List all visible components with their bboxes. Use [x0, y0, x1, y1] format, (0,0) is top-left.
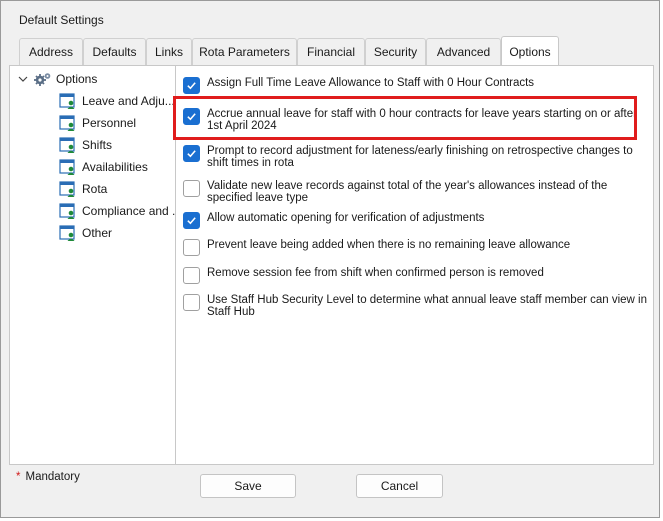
checkmark-icon: [187, 217, 196, 225]
option-prevent-leave[interactable]: Prevent leave being added when there is …: [183, 239, 647, 256]
tab-address[interactable]: Address: [19, 38, 83, 65]
tree-item-label: Rota: [82, 182, 108, 196]
save-button[interactable]: Save: [200, 474, 296, 498]
settings-user-icon: [59, 203, 75, 219]
checkbox[interactable]: [183, 294, 200, 311]
options-tree: Options Leave and Adju... Personnel Shif…: [10, 66, 176, 464]
highlight-box: [173, 96, 637, 140]
checkbox[interactable]: [183, 212, 200, 229]
mandatory-marker: *: [16, 471, 21, 483]
option-label: Use Staff Hub Security Level to determin…: [207, 294, 647, 318]
settings-user-icon: [59, 137, 75, 153]
option-label: Validate new leave records against total…: [207, 180, 608, 204]
cancel-button[interactable]: Cancel: [356, 474, 443, 498]
settings-user-icon: [59, 225, 75, 241]
option-validate-leave-records[interactable]: Validate new leave records against total…: [183, 180, 647, 204]
tab-advanced[interactable]: Advanced: [426, 38, 501, 65]
default-settings-dialog: Default Settings Address Defaults Links …: [0, 0, 660, 518]
option-prompt-record-adjustment[interactable]: Prompt to record adjustment for lateness…: [183, 145, 647, 169]
option-label: Assign Full Time Leave Allowance to Staf…: [207, 77, 535, 89]
tree-item-rota[interactable]: Rota: [59, 180, 107, 198]
tree-root-options[interactable]: Options: [18, 71, 97, 87]
tab-defaults[interactable]: Defaults: [83, 38, 146, 65]
checkbox[interactable]: [183, 145, 200, 162]
checkmark-icon: [187, 150, 196, 158]
tree-item-label: Personnel: [82, 116, 137, 130]
tree-item-label: Other: [82, 226, 113, 240]
checkmark-icon: [187, 82, 196, 90]
settings-user-icon: [59, 115, 75, 131]
option-label: Prompt to record adjustment for lateness…: [207, 145, 633, 169]
option-label: Remove session fee from shift when confi…: [207, 267, 544, 279]
tree-item-availabilities[interactable]: Availabilities: [59, 158, 148, 176]
gears-icon: [34, 73, 51, 86]
tab-options[interactable]: Options: [501, 36, 559, 66]
option-remove-session-fee[interactable]: Remove session fee from shift when confi…: [183, 267, 647, 284]
checkbox[interactable]: [183, 239, 200, 256]
option-allow-automatic-opening[interactable]: Allow automatic opening for verification…: [183, 212, 647, 229]
tab-security[interactable]: Security: [365, 38, 426, 65]
tree-root-label: Options: [56, 72, 98, 86]
tree-item-label: Availabilities: [82, 160, 148, 174]
tree-item-leave-and-adjustments[interactable]: Leave and Adju...: [59, 92, 175, 110]
tree-item-label: Leave and Adju...: [82, 94, 175, 108]
dialog-title: Default Settings: [19, 13, 104, 27]
tree-item-label: Shifts: [82, 138, 113, 152]
option-label: Prevent leave being added when there is …: [207, 239, 571, 251]
checkbox[interactable]: [183, 267, 200, 284]
tree-item-personnel[interactable]: Personnel: [59, 114, 136, 132]
mandatory-label: Mandatory: [25, 471, 80, 483]
checkbox[interactable]: [183, 77, 200, 94]
settings-user-icon: [59, 159, 75, 175]
option-assign-full-time-leave[interactable]: Assign Full Time Leave Allowance to Staf…: [183, 77, 647, 94]
option-label: Allow automatic opening for verification…: [207, 212, 485, 224]
settings-user-icon: [59, 93, 75, 109]
tab-rota-parameters[interactable]: Rota Parameters: [192, 38, 297, 65]
mandatory-note: * Mandatory: [16, 471, 80, 483]
option-staff-hub-security[interactable]: Use Staff Hub Security Level to determin…: [183, 294, 647, 318]
checkbox[interactable]: [183, 180, 200, 197]
tree-item-compliance[interactable]: Compliance and ...: [59, 202, 176, 220]
settings-user-icon: [59, 181, 75, 197]
tab-links[interactable]: Links: [146, 38, 192, 65]
tree-item-shifts[interactable]: Shifts: [59, 136, 112, 154]
chevron-down-icon[interactable]: [18, 74, 28, 84]
tree-item-label: Compliance and ...: [82, 204, 176, 218]
tab-financial[interactable]: Financial: [297, 38, 365, 65]
tree-item-other[interactable]: Other: [59, 224, 112, 242]
